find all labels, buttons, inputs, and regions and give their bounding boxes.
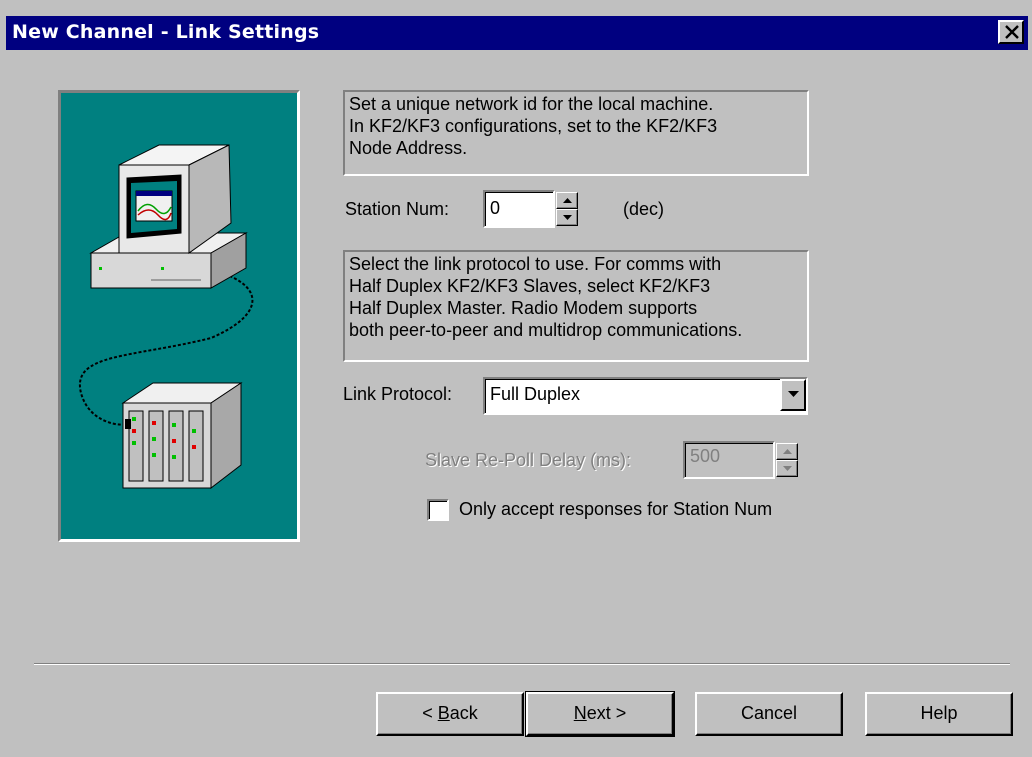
arrow-up-icon — [783, 449, 792, 454]
protocol-help-text: Select the link protocol to use. For com… — [343, 250, 809, 362]
wizard-illustration — [58, 90, 300, 542]
back-button-prefix: < — [422, 703, 438, 723]
link-protocol-value: Full Duplex — [490, 384, 581, 404]
station-num-label: Station Num: — [345, 199, 450, 219]
arrow-down-icon — [563, 215, 572, 220]
station-num-spinner[interactable] — [556, 192, 578, 226]
spin-up-button[interactable] — [556, 192, 578, 209]
spin-up-button[interactable] — [776, 443, 798, 460]
repoll-delay-input[interactable] — [690, 446, 750, 467]
dropdown-button[interactable] — [780, 379, 806, 411]
dialog-window: New Channel - Link Settings Set a unique… — [0, 0, 1032, 757]
plc-rack-icon — [121, 382, 243, 490]
repoll-delay-label: Slave Re-Poll Delay (ms): — [425, 450, 632, 470]
close-icon — [1005, 25, 1019, 39]
only-accept-checkbox[interactable] — [427, 499, 449, 521]
back-button-mnemonic: B — [437, 703, 450, 723]
arrow-up-icon — [563, 198, 572, 203]
title-bar[interactable]: New Channel - Link Settings — [6, 16, 1028, 50]
chevron-down-icon — [788, 391, 799, 397]
help-button[interactable]: Help — [865, 692, 1013, 736]
spin-down-button[interactable] — [776, 460, 798, 477]
arrow-down-icon — [783, 466, 792, 471]
link-protocol-select[interactable]: Full Duplex — [483, 377, 808, 415]
computer-icon — [89, 144, 248, 289]
close-button[interactable] — [998, 20, 1024, 44]
station-help-text: Set a unique network id for the local ma… — [343, 90, 809, 176]
station-num-field[interactable] — [483, 190, 555, 228]
next-button[interactable]: Next > — [525, 691, 675, 737]
next-button-rest: ext > — [586, 703, 627, 723]
spin-down-button[interactable] — [556, 209, 578, 226]
next-button-mnemonic: N — [573, 703, 587, 723]
back-button-rest: ack — [449, 703, 478, 723]
station-num-unit: (dec) — [623, 199, 665, 219]
link-protocol-label: Link Protocol: — [343, 384, 453, 404]
back-button[interactable]: < Back — [376, 692, 524, 736]
station-num-input[interactable] — [490, 198, 550, 219]
separator-line — [34, 663, 1010, 665]
repoll-delay-spinner[interactable] — [776, 443, 798, 477]
cancel-button[interactable]: Cancel — [695, 692, 843, 736]
window-title: New Channel - Link Settings — [12, 21, 320, 43]
repoll-delay-field[interactable] — [683, 441, 775, 479]
only-accept-label[interactable]: Only accept responses for Station Num — [459, 499, 772, 520]
